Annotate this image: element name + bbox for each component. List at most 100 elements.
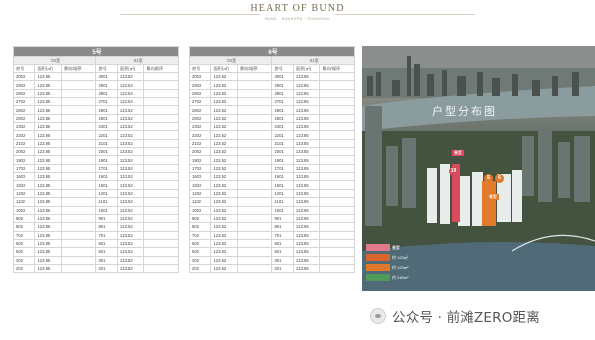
table-cell: 123.85	[34, 147, 62, 157]
table-row: 1702 123.52 1701 123.85	[188, 163, 355, 174]
table-row: 3002 123.85 3001 123.52	[12, 71, 179, 82]
table-cell: 123.52	[210, 147, 238, 157]
table-cell	[60, 172, 97, 182]
table-cell: 123.85	[34, 205, 62, 215]
table-cell	[319, 155, 355, 165]
table-cell	[143, 197, 179, 207]
table-cell: 2902	[12, 80, 36, 90]
table-cell	[143, 147, 179, 157]
table-row: 902 123.85 901 123.52	[12, 213, 179, 224]
table-row: 3002 123.52 3001 123.85	[188, 71, 355, 82]
building-title: 6号	[189, 46, 355, 57]
table-cell: 2901	[271, 80, 294, 90]
table-cell: 501	[95, 247, 118, 257]
watermark-text: 公众号 · 前滩ZERO距离	[392, 310, 540, 326]
table-cell: 3002	[12, 71, 36, 82]
table-cell: 1101	[271, 197, 294, 207]
table-row: 2902 123.85 2901 123.52	[12, 80, 179, 90]
table-cell	[319, 205, 355, 215]
table-cell	[143, 97, 179, 107]
table-cell	[60, 71, 97, 82]
table-cell: 123.85	[292, 113, 321, 124]
table-cell: 1902	[12, 155, 36, 165]
table-cell	[60, 213, 97, 224]
table-row: 2602 123.52 2601 123.85	[188, 105, 355, 115]
brand-divider-left	[120, 14, 260, 15]
table-cell: 123.52	[210, 172, 238, 182]
column-header: 房号	[271, 64, 294, 73]
table-cell: 1001	[95, 205, 118, 215]
table-cell: 3001	[271, 71, 294, 82]
table-cell: 1501	[271, 180, 294, 190]
table-cell: 123.85	[34, 188, 62, 199]
table-row: 702 123.52 701 123.85	[188, 230, 355, 240]
table-cell: 2701	[271, 97, 294, 107]
table-cell: 123.85	[292, 247, 321, 257]
table-cell: 123.85	[292, 238, 321, 249]
table-cell: 2101	[95, 138, 118, 149]
unit-tag: 叠墅	[452, 150, 464, 156]
table-cell: 1901	[95, 155, 118, 165]
table-row: 2602 123.85 2601 123.52	[12, 105, 179, 115]
legend-swatch	[366, 244, 390, 251]
table-cell: 2701	[95, 97, 118, 107]
table-cell: 2802	[12, 88, 36, 99]
table-cell: 123.52	[116, 255, 145, 265]
table-cell	[143, 130, 179, 140]
table-row: 502 123.85 501 123.52	[12, 247, 179, 257]
table-cell: 3001	[95, 71, 118, 82]
table-cell: 502	[188, 247, 212, 257]
table-cell	[319, 130, 355, 140]
table-cell: 123.85	[292, 255, 321, 265]
table-cell: 1602	[188, 172, 212, 182]
table-cell: 123.85	[34, 222, 62, 232]
table-cell	[60, 80, 97, 90]
table-cell	[236, 255, 273, 265]
table-cell: 701	[95, 230, 118, 240]
table-cell: 802	[12, 222, 36, 232]
table-cell: 1101	[95, 197, 118, 207]
table-cell: 802	[188, 222, 212, 232]
table-row: 1002 123.85 1001 123.52	[12, 205, 179, 215]
table-cell: 123.52	[210, 213, 238, 224]
table-cell: 123.85	[34, 263, 62, 274]
table-cell	[143, 230, 179, 240]
table-cell	[60, 230, 97, 240]
table-cell: 2602	[188, 105, 212, 115]
building-badge: 19	[449, 167, 458, 176]
table-row: 2502 123.85 2501 123.52	[12, 113, 179, 124]
table-cell	[319, 247, 355, 257]
table-cell	[60, 147, 97, 157]
table-cell: 201	[271, 263, 294, 274]
table-cell: 2502	[12, 113, 36, 124]
table-cell	[319, 80, 355, 90]
table-cell: 123.52	[210, 80, 238, 90]
wechat-watermark: 公众号 · 前滩ZERO距离	[370, 306, 540, 326]
table-cell: 1002	[12, 205, 36, 215]
table-cell: 1001	[271, 205, 294, 215]
table-cell: 2002	[188, 147, 212, 157]
table-cell: 123.52	[210, 130, 238, 140]
table-cell: 2801	[95, 88, 118, 99]
table-cell: 123.52	[116, 188, 145, 199]
table-cell	[143, 180, 179, 190]
table-cell: 123.52	[116, 138, 145, 149]
column-header: 景向顺序	[143, 64, 179, 73]
table-cell: 123.52	[116, 213, 145, 224]
table-cell: 123.85	[292, 197, 321, 207]
table-cell: 123.52	[116, 247, 145, 257]
table-cell: 123.52	[116, 130, 145, 140]
table-cell	[319, 122, 355, 132]
table-cell: 3002	[188, 71, 212, 82]
table-cell: 1702	[12, 163, 36, 174]
legend-swatch	[366, 274, 390, 281]
table-cell	[236, 71, 273, 82]
table-cell	[236, 188, 273, 199]
column-header: 面积(㎡)	[210, 64, 238, 73]
table-cell	[319, 213, 355, 224]
table-cell	[236, 222, 273, 232]
table-row: 1902 123.85 1901 123.52	[12, 155, 179, 165]
table-cell	[143, 263, 179, 274]
table-cell: 123.52	[210, 113, 238, 124]
table-cell	[60, 155, 97, 165]
